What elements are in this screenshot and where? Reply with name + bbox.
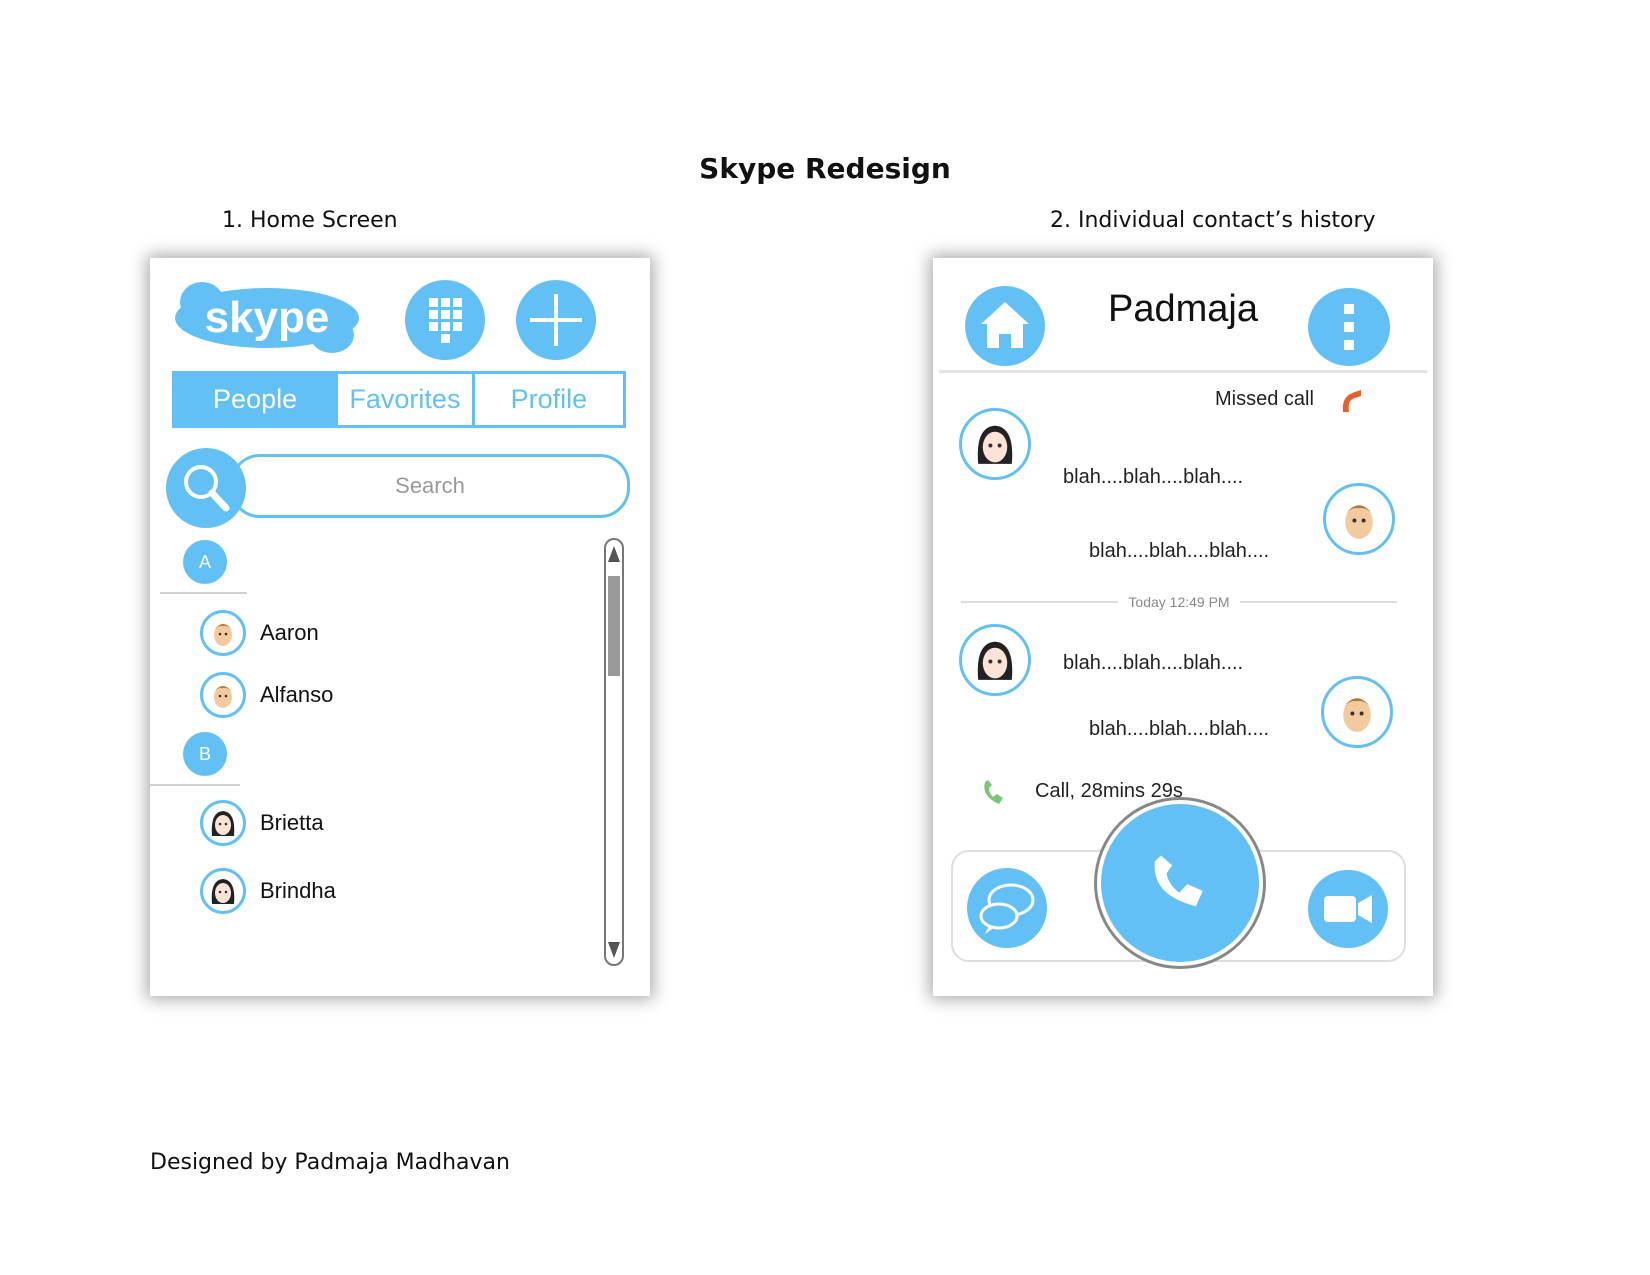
contact-avatar	[959, 408, 1031, 480]
user-avatar	[1323, 483, 1395, 555]
section-history-label: 2. Individual contact’s history	[1050, 208, 1376, 233]
message-text: blah....blah....blah....	[1089, 540, 1270, 562]
history-screen: Padmaja Missed call blah....blah....blah…	[933, 258, 1433, 996]
female-avatar-icon	[977, 425, 1013, 464]
missed-call-icon	[1342, 390, 1361, 412]
group-letter-b: B	[183, 732, 227, 776]
contact-name: Brietta	[260, 810, 324, 835]
contact-item[interactable]: Alfanso	[200, 672, 333, 718]
home-icon	[981, 302, 1029, 348]
contact-avatar	[959, 624, 1031, 696]
group-divider	[160, 592, 247, 594]
skype-logo: skype	[175, 282, 359, 353]
document-title: Skype Redesign	[699, 152, 951, 185]
male-avatar-icon	[214, 686, 232, 708]
tab-bar: People Favorites Profile	[172, 371, 626, 428]
contact-name: Aaron	[260, 620, 319, 645]
section-home-screen-label: 1. Home Screen	[222, 208, 398, 233]
home-button[interactable]	[965, 286, 1045, 366]
video-call-button[interactable]	[1308, 870, 1388, 948]
female-avatar-icon	[977, 641, 1013, 680]
dialpad-icon	[429, 298, 462, 343]
more-options-button[interactable]	[1308, 288, 1390, 366]
male-avatar-icon	[214, 624, 232, 646]
message-text: blah....blah....blah....	[1063, 652, 1244, 674]
kebab-menu-icon	[1344, 304, 1354, 350]
contact-item[interactable]: Aaron	[200, 610, 319, 656]
female-avatar-icon	[211, 879, 235, 904]
timestamp-divider: Today 12:49 PM	[961, 594, 1398, 610]
tab-profile[interactable]: Profile	[471, 374, 623, 425]
contact-item[interactable]: Brindha	[200, 868, 336, 914]
designer-credit: Designed by Padmaja Madhavan	[150, 1150, 510, 1175]
search-placeholder: Search	[395, 473, 465, 498]
avatar	[200, 800, 246, 846]
search-input[interactable]: Search	[230, 454, 630, 518]
female-avatar-icon	[211, 811, 235, 836]
message-text: blah....blah....blah....	[1063, 466, 1244, 488]
contact-name: Brindha	[260, 878, 336, 903]
avatar	[200, 610, 246, 656]
scroll-thumb[interactable]	[608, 576, 620, 676]
avatar	[200, 868, 246, 914]
contact-name: Alfanso	[260, 682, 334, 707]
message-text: blah....blah....blah....	[1089, 718, 1270, 740]
call-log-text: Call, 28mins 29s	[1035, 780, 1183, 802]
scroll-up-icon[interactable]	[608, 546, 620, 562]
video-camera-icon	[1324, 895, 1372, 923]
scroll-down-icon[interactable]	[608, 942, 620, 958]
chat-bubbles-icon	[979, 883, 1035, 934]
tab-favorites[interactable]: Favorites	[335, 374, 471, 425]
contact-name-title: Padmaja	[1108, 288, 1258, 330]
missed-call-label: Missed call	[1215, 388, 1314, 410]
svg-text:skype: skype	[205, 293, 330, 342]
search-button[interactable]	[166, 448, 246, 528]
group-letter-a: A	[183, 540, 227, 584]
avatar	[200, 672, 246, 718]
phone-icon	[1154, 855, 1203, 907]
search-icon	[184, 465, 230, 512]
contact-item[interactable]: Brietta	[200, 800, 324, 846]
add-contact-button[interactable]	[516, 280, 596, 360]
header-divider	[939, 370, 1427, 373]
plus-icon	[530, 294, 582, 346]
group-divider	[150, 784, 240, 786]
tab-people[interactable]: People	[175, 374, 336, 425]
call-button[interactable]	[1101, 804, 1259, 962]
dialpad-button[interactable]	[405, 280, 485, 360]
user-avatar	[1321, 676, 1393, 748]
home-screen: skype People Favorites Profile Search A	[150, 258, 650, 996]
call-log-icon	[984, 780, 1003, 804]
timestamp: Today 12:49 PM	[1128, 594, 1230, 610]
male-avatar-icon	[1345, 505, 1373, 539]
male-avatar-icon	[1343, 698, 1371, 732]
contact-list-scrollbar[interactable]	[604, 538, 624, 966]
chat-button[interactable]	[967, 868, 1047, 948]
